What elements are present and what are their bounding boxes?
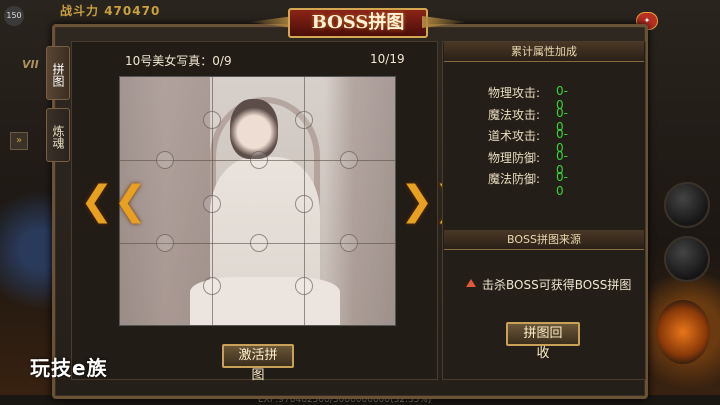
puzzle-knob bbox=[156, 234, 174, 252]
puzzle-knob bbox=[295, 277, 313, 295]
tab-puzzle[interactable]: 拼图 bbox=[46, 46, 70, 100]
watermark: 玩技e族 bbox=[30, 356, 108, 380]
puzzle-knob bbox=[203, 277, 221, 295]
stat-label: 魔法防御: bbox=[488, 172, 541, 186]
attributes-header: 累计属性加成 bbox=[444, 42, 644, 62]
activate-puzzle-button[interactable]: 激活拼图 bbox=[222, 344, 294, 383]
bullet-icon bbox=[466, 279, 476, 287]
next-arrow-icon[interactable]: ❯❯ bbox=[400, 178, 467, 224]
puzzle-knob bbox=[340, 234, 358, 252]
stat-label: 物理防御: bbox=[488, 151, 541, 165]
stat-row: 魔法攻击: 0-0 bbox=[488, 106, 568, 134]
puzzle-knob bbox=[203, 111, 221, 129]
stat-row: 魔法防御: 0-0 bbox=[488, 170, 568, 198]
level-badge: 150 bbox=[4, 6, 24, 26]
puzzle-knob bbox=[203, 195, 221, 213]
side-expand-icon[interactable]: » bbox=[10, 132, 28, 150]
puzzle-knob bbox=[295, 195, 313, 213]
stat-label: 物理攻击: bbox=[488, 86, 541, 100]
skill-orb[interactable] bbox=[664, 236, 710, 282]
puzzle-knob bbox=[250, 151, 268, 169]
skill-orb[interactable] bbox=[664, 182, 710, 228]
panel-title-bar: BOSS拼图 bbox=[248, 6, 468, 40]
vip-tag: VII bbox=[22, 58, 39, 71]
puzzle-page-count: 10/19 bbox=[370, 52, 405, 66]
fire-skill-icon[interactable] bbox=[656, 300, 710, 364]
source-description: 击杀BOSS可获得BOSS拼图 bbox=[482, 278, 632, 292]
recycle-puzzle-button[interactable]: 拼图回收 bbox=[506, 322, 580, 361]
prev-arrow-icon[interactable]: ❮❮ bbox=[80, 178, 147, 224]
panel-title: BOSS拼图 bbox=[288, 8, 428, 38]
combat-power-value: 470470 bbox=[104, 4, 161, 18]
source-header: BOSS拼图来源 bbox=[444, 230, 644, 250]
puzzle-name: 10号美女写真：0/9 bbox=[125, 54, 232, 68]
puzzle-image bbox=[119, 76, 396, 326]
combat-power: 战斗力 470470 bbox=[60, 2, 160, 19]
stat-row: 物理防御: 0-0 bbox=[488, 149, 568, 177]
puzzle-knob bbox=[295, 111, 313, 129]
puzzle-knob bbox=[340, 151, 358, 169]
stat-row: 物理攻击: 0-0 bbox=[488, 84, 568, 112]
puzzle-knob bbox=[156, 151, 174, 169]
tab-soul-refine[interactable]: 炼魂 bbox=[46, 108, 70, 162]
stat-label: 魔法攻击: bbox=[488, 108, 541, 122]
title-wing-right bbox=[422, 16, 468, 28]
stat-value: 0-0 bbox=[556, 170, 568, 198]
puzzle-knob bbox=[250, 234, 268, 252]
stat-label: 道术攻击: bbox=[488, 129, 541, 143]
combat-power-label: 战斗力 bbox=[60, 4, 100, 18]
stat-row: 道术攻击: 0-0 bbox=[488, 127, 568, 155]
